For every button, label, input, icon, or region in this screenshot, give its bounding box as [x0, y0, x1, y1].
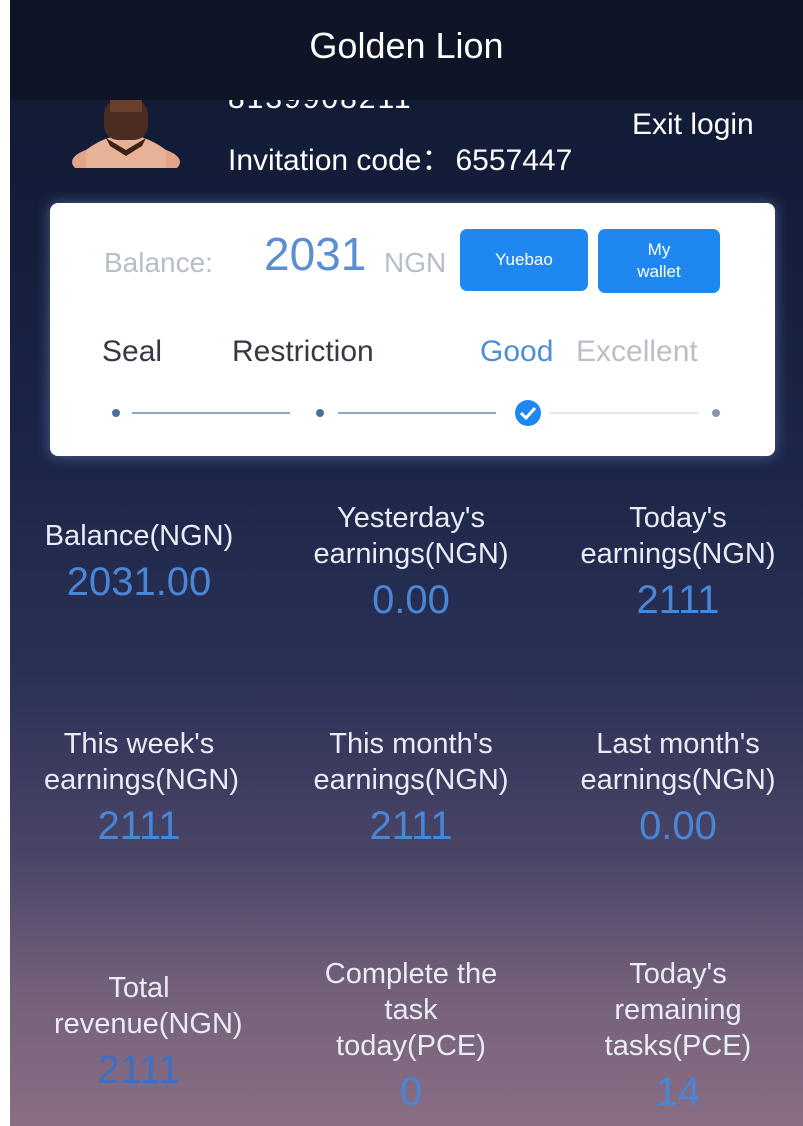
balance-label: Balance: [104, 247, 213, 278]
balance-unit: NGN [384, 247, 447, 278]
level-dot-excellent [712, 409, 720, 417]
level-restriction: Restriction [232, 335, 374, 368]
stat-label: This month's earnings(NGN) [313, 728, 509, 796]
avatar-icon [72, 90, 180, 168]
level-good: Good [480, 335, 554, 368]
my-wallet-button[interactable]: My wallet [598, 229, 720, 293]
level-dot-seal [112, 409, 120, 417]
stat-remaining-tasks: Today's remaining tasks(PCE) 14 [556, 956, 800, 1115]
stat-label: Complete the task today(PCE) [324, 958, 498, 1062]
yuebao-label: Yuebao [495, 250, 553, 269]
level-progress [112, 400, 720, 426]
invitation-label: Invitation code： [228, 144, 452, 177]
stat-label: Last month's earnings(NGN) [580, 728, 776, 796]
stat-label: This week's earnings(NGN) [44, 728, 239, 796]
exit-login-button[interactable]: Exit login [632, 108, 754, 142]
stat-label: Total revenue(NGN) [54, 972, 243, 1040]
stat-week-earnings: This week's earnings(NGN) 2111 [14, 726, 264, 849]
app-screen: Golden Lion 8139908211 Invitation code：6… [10, 0, 803, 1126]
stat-label: Today's earnings(NGN) [580, 502, 776, 570]
wallet-label-line1: My [647, 240, 671, 259]
stat-label: Today's remaining tasks(PCE) [604, 958, 752, 1062]
stat-yesterday-earnings: Yesterday's earnings(NGN) 0.00 [286, 500, 536, 623]
stat-value: 2111 [97, 804, 181, 848]
current-level-check-icon [515, 400, 541, 426]
stat-value: 0.00 [639, 804, 717, 848]
stat-value: 2111 [636, 578, 720, 622]
app-header: Golden Lion [10, 0, 803, 100]
stat-value: 2111 [369, 804, 453, 848]
avatar [70, 90, 182, 168]
balance-card: Balance: 2031 NGN Yuebao My wallet Seal … [50, 203, 775, 456]
stat-today-earnings: Today's earnings(NGN) 2111 [556, 500, 800, 623]
stat-label: Balance(NGN) [44, 520, 234, 552]
stat-value: 14 [655, 1070, 701, 1114]
level-excellent: Excellent [576, 335, 698, 368]
stat-value: 0 [399, 1070, 423, 1114]
stat-completed-tasks: Complete the task today(PCE) 0 [286, 956, 536, 1115]
stat-balance: Balance(NGN) 2031.00 [14, 518, 264, 605]
balance-value: 2031 [264, 228, 367, 280]
stat-last-month-earnings: Last month's earnings(NGN) 0.00 [556, 726, 800, 849]
stat-total-revenue: Total revenue(NGN) 2111 [14, 970, 264, 1093]
stat-value: 0.00 [372, 578, 450, 622]
stat-month-earnings: This month's earnings(NGN) 2111 [286, 726, 536, 849]
app-title: Golden Lion [309, 25, 504, 66]
yuebao-button[interactable]: Yuebao [460, 229, 588, 291]
stat-value: 2031.00 [66, 560, 212, 604]
level-seal: Seal [102, 335, 163, 368]
invitation-code: Invitation code： 6557447 [228, 135, 572, 179]
level-dot-restriction [316, 409, 324, 417]
stat-label: Yesterday's earnings(NGN) [313, 502, 509, 570]
wallet-label-line2: wallet [637, 262, 681, 281]
invitation-code-value: 6557447 [455, 144, 573, 177]
stat-value: 2111 [97, 1048, 181, 1092]
